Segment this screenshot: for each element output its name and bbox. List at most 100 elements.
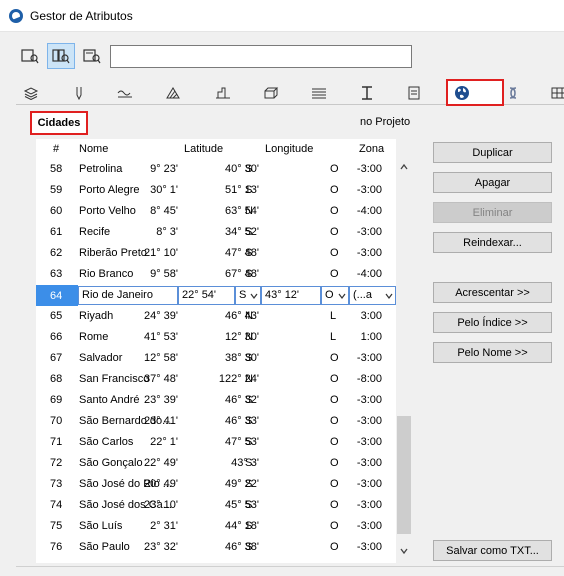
latitude-value: 41° 53' [143,331,178,343]
ns-select[interactable]: S [235,286,261,305]
tab-composites[interactable] [212,83,234,103]
tab-surfaces[interactable] [548,83,564,103]
eo-select-value: O [325,289,334,301]
header-zone[interactable]: Zona [359,143,384,155]
table-row[interactable]: 76 São Paulo 23° 32' S 46° 38' O -3:00 [36,537,396,558]
table-row[interactable]: 66 Rome 41° 53' N 12° 30' L 1:00 [36,327,396,348]
tab-markup[interactable] [404,83,426,103]
latitude-value: 8° 45' [150,205,178,217]
pen-icon [76,87,82,100]
cities-table[interactable]: # Nome Latitude Longitude Zona 58 Petroli… [36,139,412,563]
city-name: Recife [79,226,111,238]
eo-select[interactable]: O [321,286,349,305]
row-number: 66 [50,331,63,343]
table-row[interactable]: 70 São Bernardo do... 23° 41' S 46° 33' O -3:0… [36,411,396,432]
save-as-txt-button[interactable]: Salvar como TXT... [433,540,552,561]
longitude-value: 63° 54' [224,205,259,217]
longitude-value: 67° 48' [224,268,259,280]
header-num[interactable]: # [53,143,59,155]
by-index-button[interactable]: Pelo Índice >> [433,312,552,333]
zone-value: -3:00 [356,226,382,238]
table-row[interactable]: 62 Riberão Preto 21° 10' S 47° 48' O -3:00 [36,243,396,264]
table-row[interactable]: 59 Porto Alegre 30° 1' S 51° 13' O -3:00 [36,180,396,201]
tab-profiles[interactable] [260,83,282,103]
table-row[interactable]: 73 São José do Rio ... 20° 49' S 49° 22' O -3:… [36,474,396,495]
zone-value: -4:00 [356,205,382,217]
eo-value: O [330,226,339,238]
header-longitude[interactable]: Longitude [265,143,313,155]
tab-building-materials[interactable] [356,83,378,103]
latitude-value: 20° 49' [143,478,178,490]
tab-cities[interactable] [446,79,504,106]
table-row-selected[interactable]: 64 Rio de Janeiro 22° 54' S 43° 12' O (...a [36,285,396,306]
latitude-field[interactable]: 22° 54' [178,286,235,305]
table-scrollbar[interactable] [396,139,412,563]
chevron-down-icon[interactable] [400,547,408,555]
eo-value: O [330,520,339,532]
eo-value: O [330,205,339,217]
zone-value: -3:00 [356,352,382,364]
row-number: 59 [50,184,63,196]
eo-value: O [330,478,339,490]
table-row[interactable]: 75 São Luís 2° 31' S 44° 18' O -3:00 [36,516,396,537]
by-name-button[interactable]: Pelo Nome >> [433,342,552,363]
tab-operation-profiles[interactable] [502,83,524,103]
zone-value: -8:00 [356,373,382,385]
latitude-value: 23° 39' [143,394,178,406]
search-input[interactable] [110,45,412,68]
city-name: Porto Velho [79,205,136,217]
table-row[interactable]: 61 Recife 8° 3' S 34° 52' O -3:00 [36,222,396,243]
table-row[interactable]: 72 São Gonçalo 22° 49' S 43° 3' O -3:00 [36,453,396,474]
chevron-up-icon[interactable] [400,163,408,171]
duplicate-button[interactable]: Duplicar [433,142,552,163]
tab-fills[interactable] [162,83,184,103]
longitude-value: 46° 38' [224,541,259,553]
tab-layers[interactable] [20,83,42,103]
tab-line-types[interactable] [114,83,136,103]
append-button[interactable]: Acrescentar >> [433,282,552,303]
name-field[interactable]: Rio de Janeiro [78,286,178,305]
zone-select[interactable]: (...a [349,286,396,305]
row-number: 73 [50,478,63,490]
delete-button[interactable]: Eliminar [433,202,552,223]
longitude-value: 51° 13' [224,184,259,196]
row-number: 61 [50,226,63,238]
city-name: São Luís [79,520,123,532]
table-row[interactable]: 74 São José dos Ca... 23° 10' S 45° 53' O -3:0… [36,495,396,516]
table-row[interactable]: 58 Petrolina 9° 23' S 40° 30' O -3:00 [36,159,396,180]
table-row[interactable]: 69 Santo André 23° 39' S 46° 32' O -3:00 [36,390,396,411]
row-number: 60 [50,205,63,217]
header-name[interactable]: Nome [79,143,108,155]
table-row[interactable]: 67 Salvador 12° 58' S 38° 30' O -3:00 [36,348,396,369]
zone-value: -3:00 [356,457,382,469]
composite-icon [216,87,230,99]
table-row[interactable]: 65 Riyadh 24° 39' N 46° 43' L 3:00 [36,306,396,327]
scrollbar-thumb[interactable] [397,416,411,534]
detail-view-button[interactable] [78,43,106,69]
city-name: Rio Branco [79,268,134,280]
header-latitude[interactable]: Latitude [184,143,223,155]
chevron-down-icon [385,293,393,299]
latitude-value: 23° 41' [143,415,178,427]
latitude-value: 30° 1' [150,184,178,196]
list-view-button[interactable] [16,43,44,69]
tab-zones[interactable] [308,83,330,103]
longitude-value: 40° 30' [224,163,259,175]
detail-view-icon [83,49,101,64]
table-row[interactable]: 63 Rio Branco 9° 58' S 67° 48' O -4:00 [36,264,396,285]
latitude-value: 23° 10' [143,499,178,511]
reindex-button[interactable]: Reindexar... [433,232,552,253]
clear-button[interactable]: Apagar [433,172,552,193]
tab-pens[interactable] [68,83,90,103]
zone-value: -3:00 [356,499,382,511]
split-view-button[interactable] [47,43,75,69]
section-title-cities: Cidades [30,111,88,135]
city-name: Santo André [79,394,140,406]
longitude-field[interactable]: 43° 12' [261,286,321,305]
table-row[interactable]: 60 Porto Velho 8° 45' N 63° 54' O -4:00 [36,201,396,222]
table-row[interactable]: 71 São Carlos 22° 1' S 47° 53' O -3:00 [36,432,396,453]
chevron-down-icon [250,293,258,299]
document-icon [408,86,420,100]
latitude-value: 37° 48' [143,373,178,385]
table-row[interactable]: 68 San Francisco 37° 48' N 122° 24' O -8:00 [36,369,396,390]
